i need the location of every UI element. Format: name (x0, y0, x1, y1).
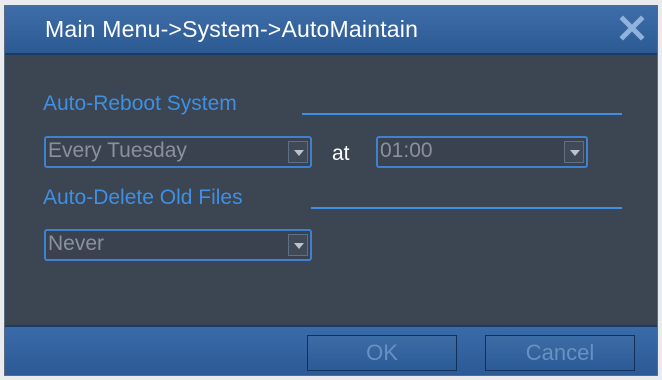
auto-reboot-time-select[interactable]: 01:00 (376, 136, 588, 168)
auto-delete-label: Auto-Delete Old Files (43, 186, 243, 209)
dialog-title: Main Menu->System->AutoMaintain (45, 16, 419, 42)
ok-button[interactable]: OK (307, 335, 457, 371)
auto-reboot-day-value: Every Tuesday (48, 139, 187, 162)
auto-reboot-divider (302, 113, 622, 115)
auto-delete-value: Never (48, 232, 105, 255)
auto-delete-select[interactable]: Never (44, 229, 312, 261)
dialog-footer: OK Cancel (5, 325, 657, 375)
auto-reboot-label: Auto-Reboot System (43, 92, 237, 115)
cancel-button[interactable]: Cancel (485, 335, 635, 371)
auto-reboot-time-value: 01:00 (380, 139, 433, 162)
automaintain-dialog: Main Menu->System->AutoMaintain Auto-Reb… (4, 5, 658, 376)
chevron-down-icon[interactable] (288, 234, 308, 256)
auto-reboot-day-select[interactable]: Every Tuesday (44, 136, 312, 168)
chevron-down-icon[interactable] (564, 141, 584, 163)
chevron-down-icon[interactable] (288, 141, 308, 163)
at-label: at (332, 142, 350, 165)
title-bar: Main Menu->System->AutoMaintain (5, 6, 657, 55)
close-icon[interactable] (619, 15, 645, 41)
auto-delete-divider (311, 207, 622, 209)
